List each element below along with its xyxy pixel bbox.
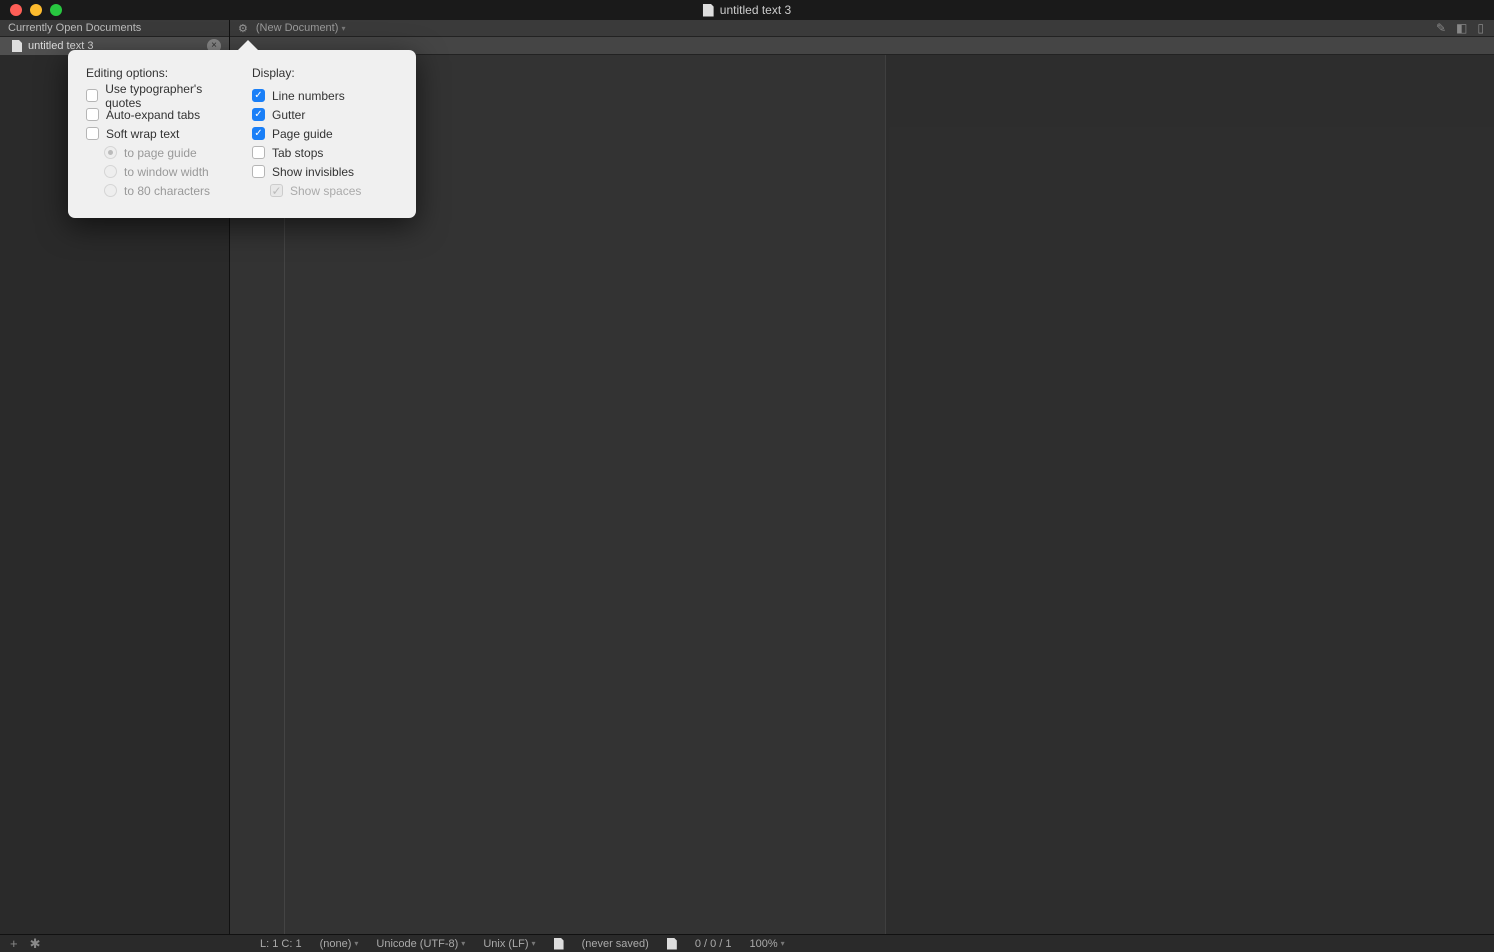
checkbox-icon [252,165,265,178]
document-counts[interactable]: 0 / 0 / 1 [695,938,732,950]
checkbox-icon [252,146,265,159]
editor-body [230,55,1494,934]
wrap-80-radio: to 80 characters [86,181,232,200]
chevron-down-icon: ▾ [341,24,345,33]
soft-wrap-checkbox[interactable]: Soft wrap text [86,124,232,143]
statusbar: + ✱ L: 1 C: 1 (none)▾ Unicode (UTF-8)▾ U… [0,934,1494,952]
minimize-window-button[interactable] [30,4,42,16]
zoom-dropdown[interactable]: 100%▾ [750,938,785,950]
editing-heading: Editing options: [86,66,232,80]
document-icon [12,40,22,52]
action-menu-button[interactable]: ✱ [30,936,41,952]
wrap-window-radio: to window width [86,162,232,181]
show-invisibles-label: Show invisibles [272,165,354,179]
show-invisibles-checkbox[interactable]: Show invisibles [252,162,398,181]
display-heading: Display: [252,66,398,80]
gutter-checkbox[interactable]: ✓ Gutter [252,105,398,124]
gutter-label: Gutter [272,108,305,122]
soft-wrap-label: Soft wrap text [106,127,179,141]
stats-icon [667,938,677,950]
auto-expand-label: Auto-expand tabs [106,108,200,122]
editor-pane: ⚙ (New Document) ▾ ✎ ◧ ▯ [230,20,1494,934]
document-type-label: (New Document) [256,22,339,34]
pencil-icon[interactable]: ✎ [1436,21,1446,35]
window-title-text: untitled text 3 [720,3,791,17]
radio-icon [104,184,117,197]
close-window-button[interactable] [10,4,22,16]
line-numbers-checkbox[interactable]: ✓ Line numbers [252,86,398,105]
line-numbers-label: Line numbers [272,89,345,103]
editor-navbar[interactable] [230,37,1494,55]
typographers-quotes-checkbox[interactable]: Use typographer's quotes [86,86,232,105]
cursor-position[interactable]: L: 1 C: 1 [260,938,302,950]
document-icon[interactable]: ▯ [1477,21,1484,35]
radio-icon [104,146,117,159]
typographers-label: Use typographer's quotes [105,82,232,110]
document-icon [667,938,677,950]
window-controls [0,4,62,16]
language-dropdown[interactable]: (none)▾ [320,938,359,950]
radio-icon [104,165,117,178]
document-icon [703,4,714,17]
page-guide-shade [886,55,1494,934]
sidebar-header[interactable]: Currently Open Documents [0,20,229,37]
saved-state: (never saved) [582,938,649,950]
checkbox-checked-icon: ✓ [252,89,265,102]
wrap-page-guide-label: to page guide [124,146,197,160]
add-button[interactable]: + [10,936,18,951]
editor-textarea[interactable] [285,55,1494,934]
zoom-window-button[interactable] [50,4,62,16]
show-spaces-checkbox: ✓ Show spaces [252,181,398,200]
editing-options-column: Editing options: Use typographer's quote… [86,66,232,200]
document-icon [554,938,564,950]
text-options-popover: Editing options: Use typographer's quote… [68,50,416,218]
checkbox-icon [86,127,99,140]
sidebar-toggle-icon[interactable]: ◧ [1456,21,1467,35]
wrap-page-guide-radio: to page guide [86,143,232,162]
titlebar: untitled text 3 [0,0,1494,20]
gear-icon[interactable]: ⚙ [238,22,248,35]
display-options-column: Display: ✓ Line numbers ✓ Gutter ✓ Page … [252,66,398,200]
sidebar-header-label: Currently Open Documents [8,22,141,34]
checkbox-disabled-icon: ✓ [270,184,283,197]
save-indicator [554,938,564,950]
page-guide-label: Page guide [272,127,333,141]
wrap-window-label: to window width [124,165,209,179]
page-guide-checkbox[interactable]: ✓ Page guide [252,124,398,143]
wrap-80-label: to 80 characters [124,184,210,198]
encoding-dropdown[interactable]: Unicode (UTF-8)▾ [376,938,465,950]
tab-stops-label: Tab stops [272,146,323,160]
tab-stops-checkbox[interactable]: Tab stops [252,143,398,162]
checkbox-icon [86,89,98,102]
checkbox-checked-icon: ✓ [252,108,265,121]
line-ending-dropdown[interactable]: Unix (LF)▾ [483,938,535,950]
document-type-dropdown[interactable]: (New Document) ▾ [256,22,346,34]
checkbox-checked-icon: ✓ [252,127,265,140]
window-title: untitled text 3 [703,3,791,17]
editor-toolbar: ⚙ (New Document) ▾ ✎ ◧ ▯ [230,20,1494,37]
show-spaces-label: Show spaces [290,184,361,198]
checkbox-icon [86,108,99,121]
